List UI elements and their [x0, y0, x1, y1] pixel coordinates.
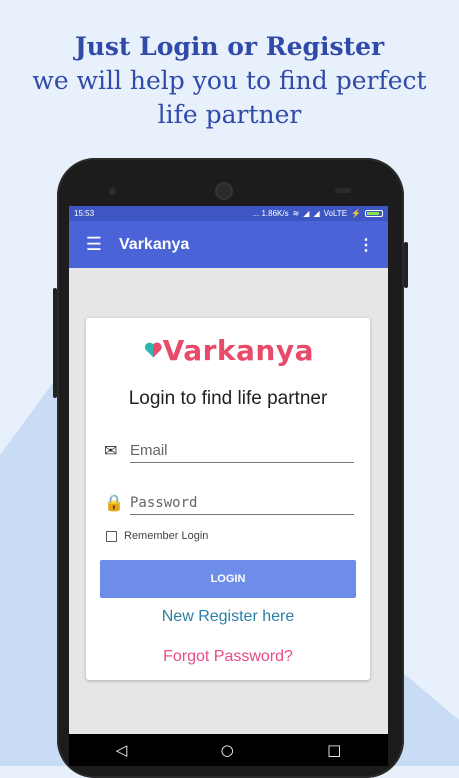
remember-login-label: Remember Login: [124, 530, 209, 542]
email-input[interactable]: Email: [130, 440, 354, 463]
heart-logo-icon: [144, 342, 162, 358]
android-nav-bar: ◁ ○ □: [69, 734, 388, 766]
lock-icon: 🔒: [104, 495, 124, 512]
headline-line-3: life partner: [157, 100, 302, 129]
proximity-sensor: [335, 188, 351, 193]
signal-icon-2: ◢: [313, 209, 320, 218]
phone-volume-button: [53, 288, 57, 398]
logo-text: Varkanya: [162, 333, 314, 367]
email-icon: ✉: [104, 443, 118, 460]
headline-line-1: Just Login or Register: [74, 32, 385, 61]
back-icon[interactable]: ◁: [116, 741, 128, 759]
status-time: 15:53: [74, 209, 95, 218]
promo-headline: Just Login or Register we will help you …: [0, 30, 459, 132]
login-button[interactable]: LOGIN: [100, 560, 356, 598]
charging-icon: ⚡: [351, 209, 361, 218]
remember-login-row[interactable]: Remember Login: [106, 530, 208, 542]
home-icon[interactable]: ○: [221, 741, 234, 759]
status-speed: ... 1.86K/s: [252, 209, 289, 218]
status-bar: 15:53 ... 1.86K/s ≋ ◢ ◢ VoLTE ⚡: [69, 206, 388, 221]
remember-login-checkbox[interactable]: [106, 530, 117, 542]
password-field-row: 🔒 Password: [104, 490, 354, 516]
login-heading: Login to find life partner: [128, 388, 328, 409]
login-card: Varkanya Login to find life partner ✉ Em…: [86, 318, 370, 680]
more-vert-icon[interactable]: ⋮: [344, 235, 388, 255]
register-link[interactable]: New Register here: [86, 608, 370, 626]
brand-logo: Varkanya: [144, 330, 314, 370]
headline-line-2: we will help you to find perfect: [32, 66, 427, 95]
front-camera-icon: [109, 188, 116, 195]
phone-screen: 15:53 ... 1.86K/s ≋ ◢ ◢ VoLTE ⚡ ☰ Varkan…: [69, 206, 388, 766]
password-input[interactable]: Password: [130, 492, 354, 515]
battery-icon: [365, 210, 383, 217]
recents-icon[interactable]: □: [327, 741, 341, 759]
hamburger-menu-icon[interactable]: ☰: [69, 234, 119, 255]
signal-icon: ◢: [303, 209, 310, 218]
app-bar: ☰ Varkanya ⋮: [69, 221, 388, 268]
wifi-icon: ≋: [292, 209, 300, 218]
phone-side-button: [404, 242, 408, 288]
email-field-row: ✉ Email: [104, 438, 354, 464]
app-title: Varkanya: [119, 235, 190, 253]
status-network: VoLTE: [323, 209, 348, 218]
earpiece-icon: [217, 184, 231, 198]
forgot-password-link[interactable]: Forgot Password?: [86, 648, 370, 666]
